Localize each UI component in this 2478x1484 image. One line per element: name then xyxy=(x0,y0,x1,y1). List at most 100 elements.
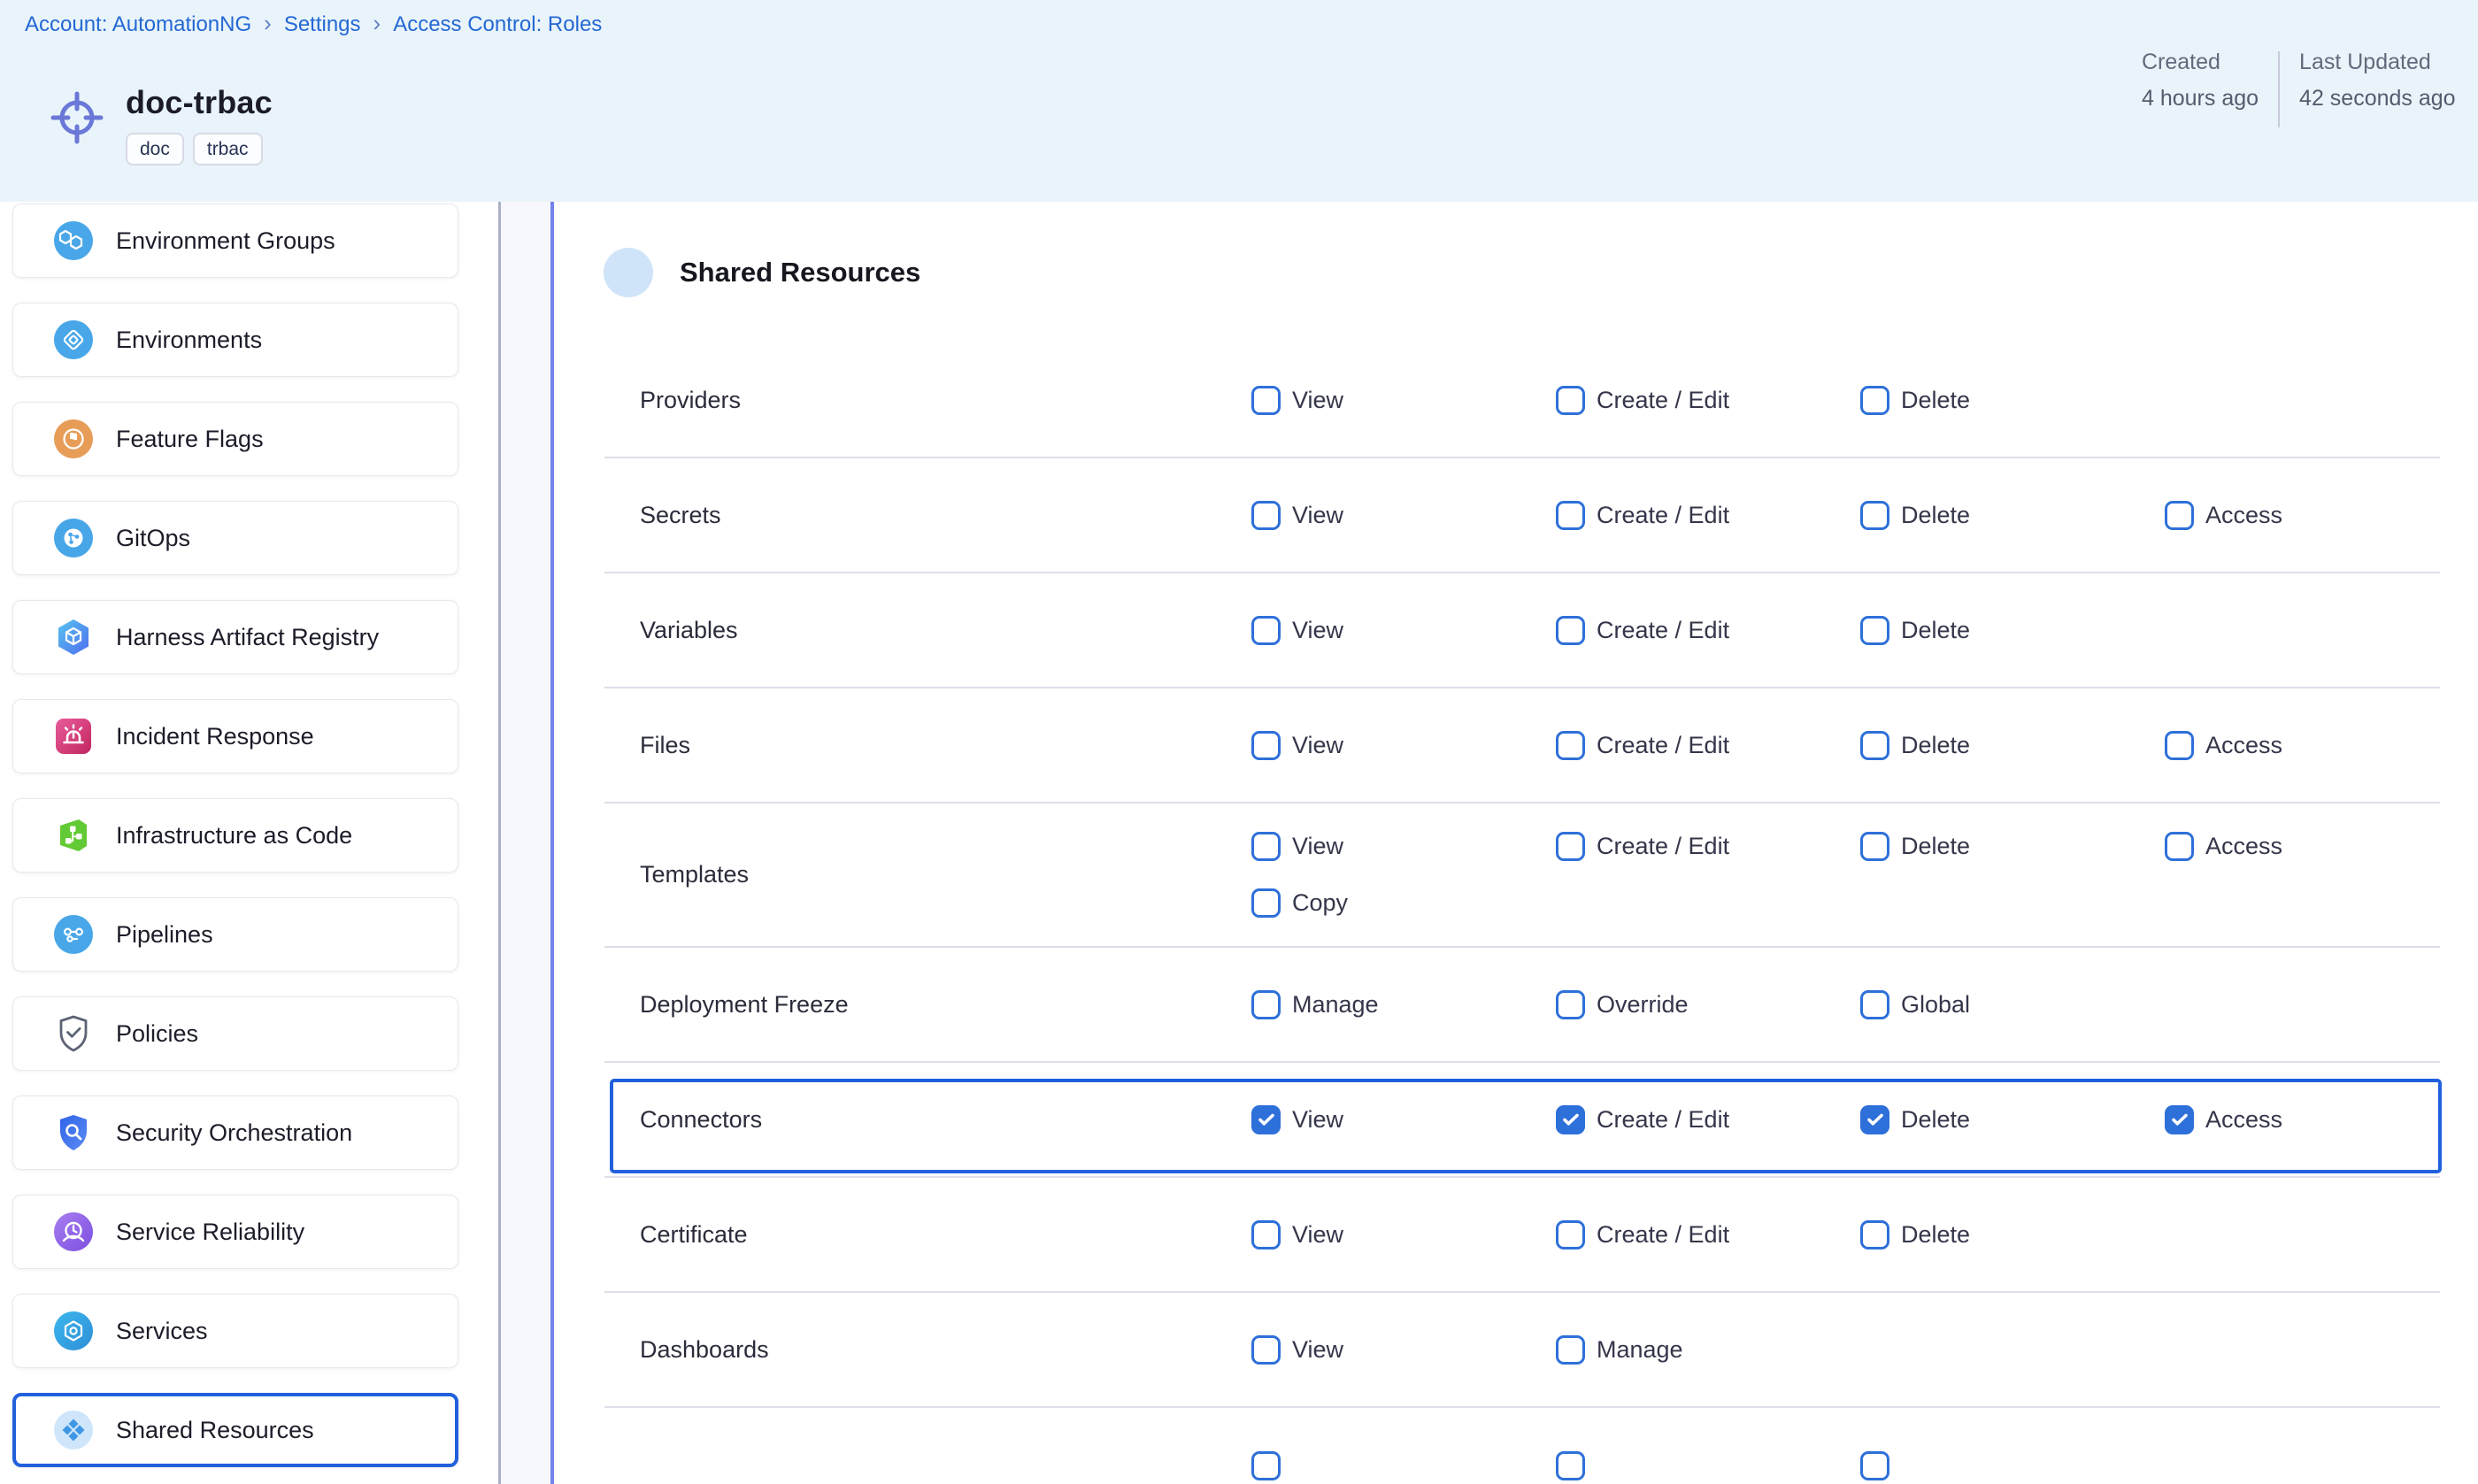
checkbox-unchecked-icon[interactable] xyxy=(1251,386,1281,415)
sidebar-item-gitops[interactable]: GitOps xyxy=(12,501,458,575)
permission-checkbox-dashboards-view[interactable]: View xyxy=(1251,1335,1556,1365)
checkbox-unchecked-icon[interactable] xyxy=(1251,1335,1281,1365)
checkbox-unchecked-icon[interactable] xyxy=(1860,616,1889,645)
breadcrumb-link-settings[interactable]: Settings xyxy=(284,12,361,37)
sidebar-item-service-reliability[interactable]: Service Reliability xyxy=(12,1195,458,1269)
checkbox-unchecked-icon[interactable] xyxy=(1860,1451,1889,1480)
permission-checkbox-secrets-view[interactable]: View xyxy=(1251,501,1556,530)
breadcrumb-link-access-control-roles[interactable]: Access Control: Roles xyxy=(393,12,602,37)
permission-label: View xyxy=(1292,833,1343,860)
checkbox-checked-icon[interactable] xyxy=(1251,1105,1281,1134)
checkbox-unchecked-icon[interactable] xyxy=(1556,1220,1585,1249)
checkbox-unchecked-icon[interactable] xyxy=(1556,1335,1585,1365)
shared-resources-icon xyxy=(52,1409,95,1451)
breadcrumb-link-account-automationng[interactable]: Account: AutomationNG xyxy=(25,12,251,37)
checkbox-unchecked-icon[interactable] xyxy=(1556,990,1585,1019)
pipelines-icon xyxy=(52,913,95,956)
permission-checkbox-files-view[interactable]: View xyxy=(1251,731,1556,760)
sidebar-item-label: GitOps xyxy=(116,525,190,552)
permission-checkbox-templates-copy[interactable]: Copy xyxy=(1251,888,1556,918)
permission-checkbox-connectors-create-edit[interactable]: Create / Edit xyxy=(1556,1105,1860,1134)
checkbox-unchecked-icon[interactable] xyxy=(2165,501,2194,530)
checkbox-unchecked-icon[interactable] xyxy=(1556,1451,1585,1480)
permission-checkbox-files-delete[interactable]: Delete xyxy=(1860,731,2165,760)
role-target-icon xyxy=(48,88,106,147)
permission-checkbox-certificate-delete[interactable]: Delete xyxy=(1860,1220,2165,1249)
checkbox-unchecked-icon[interactable] xyxy=(1860,832,1889,861)
sidebar-item-label: Incident Response xyxy=(116,723,314,750)
permission-checkbox-dashboards-manage[interactable]: Manage xyxy=(1556,1335,1860,1365)
permission-checkbox-deployment-freeze-override[interactable]: Override xyxy=(1556,990,1860,1019)
checkbox-unchecked-icon[interactable] xyxy=(1860,1220,1889,1249)
permission-label: View xyxy=(1292,387,1343,414)
permission-checkbox-connectors-delete[interactable]: Delete xyxy=(1860,1105,2165,1134)
permission-checkbox-providers-view[interactable]: View xyxy=(1251,386,1556,415)
checkbox-unchecked-icon[interactable] xyxy=(1251,616,1281,645)
permission-checkbox-templates-create-edit[interactable]: Create / Edit xyxy=(1556,832,1860,861)
checkbox-unchecked-icon[interactable] xyxy=(1251,990,1281,1019)
permission-checkbox-providers-delete[interactable]: Delete xyxy=(1860,386,2165,415)
sidebar-item-pipelines[interactable]: Pipelines xyxy=(12,897,458,972)
permission-checkbox-certificate-create-edit[interactable]: Create / Edit xyxy=(1556,1220,1860,1249)
sidebar-item-environment-groups[interactable]: Environment Groups xyxy=(12,204,458,278)
created-label: Created xyxy=(2142,50,2259,75)
checkbox-checked-icon[interactable] xyxy=(2165,1105,2194,1134)
checkbox-unchecked-icon[interactable] xyxy=(2165,731,2194,760)
permission-label: Create / Edit xyxy=(1597,833,1729,860)
sidebar-item-feature-flags[interactable]: Feature Flags xyxy=(12,402,458,476)
permission-checkbox-secrets-create-edit[interactable]: Create / Edit xyxy=(1556,501,1860,530)
checkbox-checked-icon[interactable] xyxy=(1860,1105,1889,1134)
sidebar-item-infrastructure-as-code[interactable]: Infrastructure as Code xyxy=(12,798,458,873)
permission-checkbox-providers-create-edit[interactable]: Create / Edit xyxy=(1556,386,1860,415)
checkbox-unchecked-icon[interactable] xyxy=(1251,501,1281,530)
checkbox-unchecked-icon[interactable] xyxy=(1556,832,1585,861)
permission-checkbox-secrets-delete[interactable]: Delete xyxy=(1860,501,2165,530)
sidebar-item-environments[interactable]: Environments xyxy=(12,303,458,377)
permission-row-deployment-freeze: Deployment Freeze ManageOverrideGlobal xyxy=(604,948,2440,1063)
permission-checkbox-files-create-edit[interactable]: Create / Edit xyxy=(1556,731,1860,760)
permission-checkbox-connectors-view[interactable]: View xyxy=(1251,1105,1556,1134)
sidebar-item-shared-resources[interactable]: Shared Resources xyxy=(12,1393,458,1467)
permission-checkbox-deployment-freeze-global[interactable]: Global xyxy=(1860,990,2165,1019)
checkbox-unchecked-icon[interactable] xyxy=(1860,501,1889,530)
sidebar-item-services[interactable]: Services xyxy=(12,1294,458,1368)
role-meta: Created 4 hours ago Last Updated 42 seco… xyxy=(2142,50,2456,127)
checkbox-unchecked-icon[interactable] xyxy=(1251,832,1281,861)
sidebar-item-incident-response[interactable]: Incident Response xyxy=(12,699,458,773)
permission-checkbox-variables-create-edit[interactable]: Create / Edit xyxy=(1556,616,1860,645)
checkbox-unchecked-icon[interactable] xyxy=(1251,1451,1281,1480)
checkbox-unchecked-icon[interactable] xyxy=(1251,731,1281,760)
shared-resources-icon xyxy=(604,248,653,297)
checkbox-unchecked-icon[interactable] xyxy=(1556,501,1585,530)
checkbox-unchecked-icon[interactable] xyxy=(1556,731,1585,760)
permission-checkbox-row[interactable] xyxy=(1556,1451,1860,1480)
checkbox-checked-icon[interactable] xyxy=(1556,1105,1585,1134)
permission-checkbox-variables-delete[interactable]: Delete xyxy=(1860,616,2165,645)
checkbox-unchecked-icon[interactable] xyxy=(2165,832,2194,861)
checkbox-unchecked-icon[interactable] xyxy=(1860,386,1889,415)
permission-checkbox-files-access[interactable]: Access xyxy=(2165,731,2469,760)
permission-checkbox-secrets-access[interactable]: Access xyxy=(2165,501,2469,530)
permission-checkbox-certificate-view[interactable]: View xyxy=(1251,1220,1556,1249)
sidebar-item-harness-artifact-registry[interactable]: Harness Artifact Registry xyxy=(12,600,458,674)
permission-checkbox-variables-view[interactable]: View xyxy=(1251,616,1556,645)
permission-checkbox-row[interactable] xyxy=(1860,1451,2165,1480)
checkbox-unchecked-icon[interactable] xyxy=(1860,990,1889,1019)
sidebar-gutter xyxy=(501,202,550,1484)
checkbox-unchecked-icon[interactable] xyxy=(1556,616,1585,645)
checkbox-unchecked-icon[interactable] xyxy=(1251,1220,1281,1249)
sidebar-item-policies[interactable]: Policies xyxy=(12,996,458,1071)
permission-checkbox-templates-view[interactable]: View xyxy=(1251,832,1556,861)
permission-checkbox-connectors-access[interactable]: Access xyxy=(2165,1105,2469,1134)
checkbox-unchecked-icon[interactable] xyxy=(1556,386,1585,415)
sidebar-item-security-orchestration[interactable]: Security Orchestration xyxy=(12,1096,458,1170)
permission-checkbox-templates-delete[interactable]: Delete xyxy=(1860,832,2165,861)
permission-row-providers: Providers ViewCreate / EditDelete xyxy=(604,343,2440,458)
permission-checkbox-row[interactable] xyxy=(1251,1451,1556,1480)
permission-checkbox-templates-access[interactable]: Access xyxy=(2165,832,2469,861)
checkbox-unchecked-icon[interactable] xyxy=(1860,731,1889,760)
checkbox-unchecked-icon[interactable] xyxy=(1251,888,1281,918)
environment-groups-icon xyxy=(52,219,95,262)
permission-checkbox-deployment-freeze-manage[interactable]: Manage xyxy=(1251,990,1556,1019)
meta-divider xyxy=(2278,51,2280,127)
